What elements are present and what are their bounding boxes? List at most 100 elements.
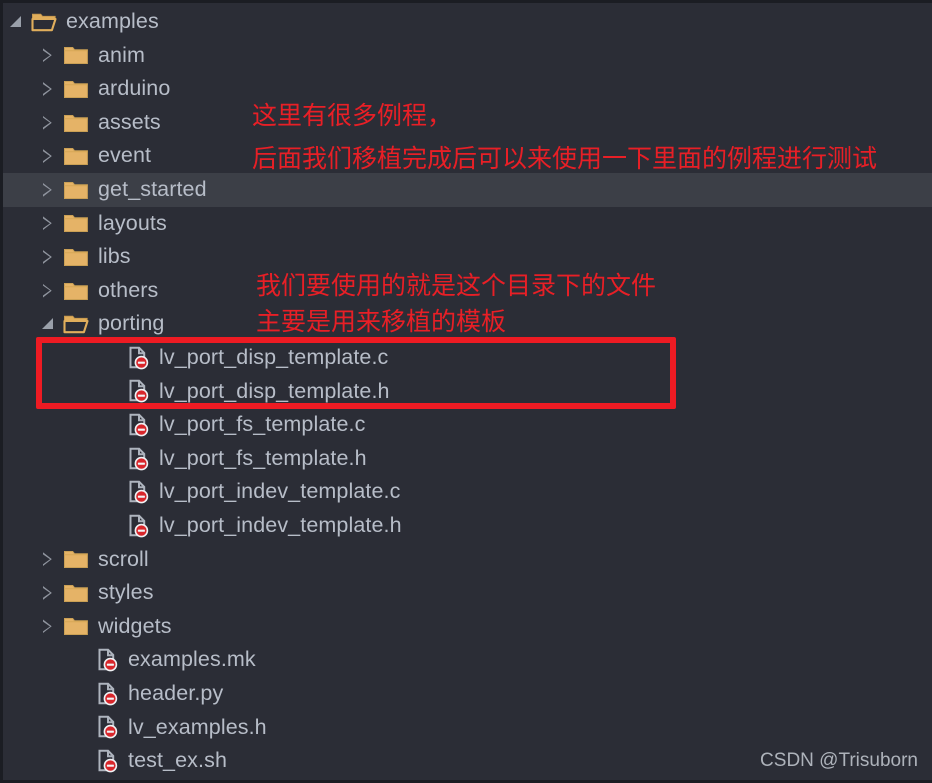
tree-node-label: assets: [98, 109, 161, 134]
tree-folder-row[interactable]: scroll: [3, 543, 932, 577]
tree-node-label: lv_port_indev_template.c: [159, 479, 401, 504]
expand-arrow-icon[interactable]: [41, 552, 55, 566]
tree-node-label: widgets: [98, 613, 172, 638]
node-icon: [31, 11, 66, 33]
node-icon: [126, 346, 159, 370]
folder-closed-icon: [64, 584, 88, 602]
tree-folder-row[interactable]: arduino: [3, 72, 932, 106]
folder-open-icon: [31, 13, 57, 32]
expand-arrow-icon[interactable]: [41, 619, 55, 633]
folder-closed-icon: [64, 181, 88, 199]
tree-node-label: libs: [98, 244, 131, 269]
folder-open-icon: [63, 315, 89, 334]
tree-node-label: examples: [66, 9, 159, 34]
tree-node-label: event: [98, 143, 152, 168]
expand-arrow-icon[interactable]: [41, 284, 55, 298]
expand-arrow-icon[interactable]: [41, 149, 55, 163]
file-blocked-icon: [98, 682, 118, 706]
tree-file-row[interactable]: lv_examples.h: [3, 710, 932, 744]
expand-arrow-icon[interactable]: [41, 116, 55, 130]
tree-file-row[interactable]: lv_port_disp_template.h: [3, 375, 932, 409]
tree-node-label: lv_port_disp_template.h: [159, 378, 390, 403]
node-icon: [126, 514, 159, 538]
tree-folder-row[interactable]: styles: [3, 576, 932, 610]
tree-node-label: scroll: [98, 546, 149, 571]
node-icon: [63, 548, 98, 570]
collapse-arrow-icon[interactable]: [9, 15, 23, 29]
tree-file-row[interactable]: lv_port_disp_template.c: [3, 341, 932, 375]
node-icon: [63, 246, 98, 268]
node-icon: [63, 44, 98, 66]
file-blocked-icon: [129, 447, 149, 470]
folder-closed-icon: [64, 248, 88, 266]
folder-closed-icon: [64, 114, 88, 132]
tree-node-label: lv_examples.h: [128, 714, 267, 739]
tree-folder-row[interactable]: event: [3, 139, 932, 173]
file-blocked-icon: [98, 648, 118, 672]
folder-closed-icon: [64, 282, 88, 300]
tree-folder-row[interactable]: anim: [3, 39, 932, 73]
node-icon: [95, 715, 128, 739]
folder-closed-icon: [64, 215, 88, 233]
node-icon: [95, 648, 128, 672]
expand-arrow-icon[interactable]: [41, 48, 55, 62]
tree-folder-row[interactable]: assets: [3, 106, 932, 140]
tree-folder-row[interactable]: layouts: [3, 207, 932, 241]
expand-arrow-icon[interactable]: [41, 586, 55, 600]
file-blocked-icon: [98, 716, 118, 739]
node-icon: [63, 78, 98, 100]
tree-node-label: styles: [98, 580, 154, 605]
expand-arrow-icon[interactable]: [41, 183, 55, 197]
tree-folder-row[interactable]: get_started: [3, 172, 932, 207]
tree-file-row[interactable]: lv_port_indev_template.h: [3, 509, 932, 543]
expand-arrow-icon[interactable]: [41, 250, 55, 264]
file-blocked-icon: [129, 514, 149, 538]
tree-node-label: header.py: [128, 680, 224, 705]
file-explorer-window: examples anim arduino assets event get_starte…: [0, 0, 932, 783]
tree-node-label: examples.mk: [128, 647, 256, 672]
tree-folder-row[interactable]: examples: [3, 5, 932, 39]
tree-file-row[interactable]: header.py: [3, 677, 932, 711]
folder-closed-icon: [64, 47, 88, 65]
tree-node-label: lv_port_indev_template.h: [159, 512, 402, 537]
file-blocked-icon: [129, 413, 149, 437]
tree-file-row[interactable]: lv_port_fs_template.h: [3, 442, 932, 476]
file-blocked-icon: [129, 480, 149, 504]
file-tree[interactable]: examples anim arduino assets event get_starte…: [3, 3, 932, 780]
tree-file-row[interactable]: examples.mk: [3, 643, 932, 677]
folder-closed-icon: [64, 551, 88, 569]
tree-node-label: anim: [98, 42, 146, 67]
node-icon: [63, 280, 98, 302]
folder-closed-icon: [64, 80, 88, 98]
tree-folder-row[interactable]: others: [3, 274, 932, 308]
tree-node-label: layouts: [98, 210, 167, 235]
folder-closed-icon: [64, 618, 88, 636]
node-icon: [63, 212, 98, 234]
tree-file-row[interactable]: lv_port_fs_template.c: [3, 408, 932, 442]
node-icon: [63, 179, 98, 201]
node-icon: [126, 379, 159, 403]
tree-node-label: test_ex.sh: [128, 748, 227, 773]
node-icon: [95, 682, 128, 706]
node-icon: [63, 582, 98, 604]
node-icon: [95, 749, 128, 773]
node-icon: [126, 480, 159, 504]
tree-node-label: arduino: [98, 76, 171, 101]
expand-arrow-icon[interactable]: [41, 82, 55, 96]
node-icon: [126, 413, 159, 437]
tree-node-label: lv_port_fs_template.h: [159, 445, 367, 470]
tree-node-label: lv_port_fs_template.c: [159, 412, 366, 437]
tree-node-label: get_started: [98, 177, 207, 202]
tree-folder-row[interactable]: libs: [3, 240, 932, 274]
tree-file-row[interactable]: lv_port_indev_template.c: [3, 475, 932, 509]
node-icon: [126, 447, 159, 471]
tree-node-label: lv_port_disp_template.c: [159, 344, 389, 369]
tree-folder-row[interactable]: porting: [3, 307, 932, 341]
file-blocked-icon: [129, 346, 149, 370]
tree-node-label: others: [98, 277, 159, 302]
node-icon: [63, 313, 98, 335]
watermark: CSDN @Trisuborn: [760, 750, 918, 771]
expand-arrow-icon[interactable]: [41, 216, 55, 230]
collapse-arrow-icon[interactable]: [41, 317, 55, 331]
tree-folder-row[interactable]: widgets: [3, 610, 932, 644]
